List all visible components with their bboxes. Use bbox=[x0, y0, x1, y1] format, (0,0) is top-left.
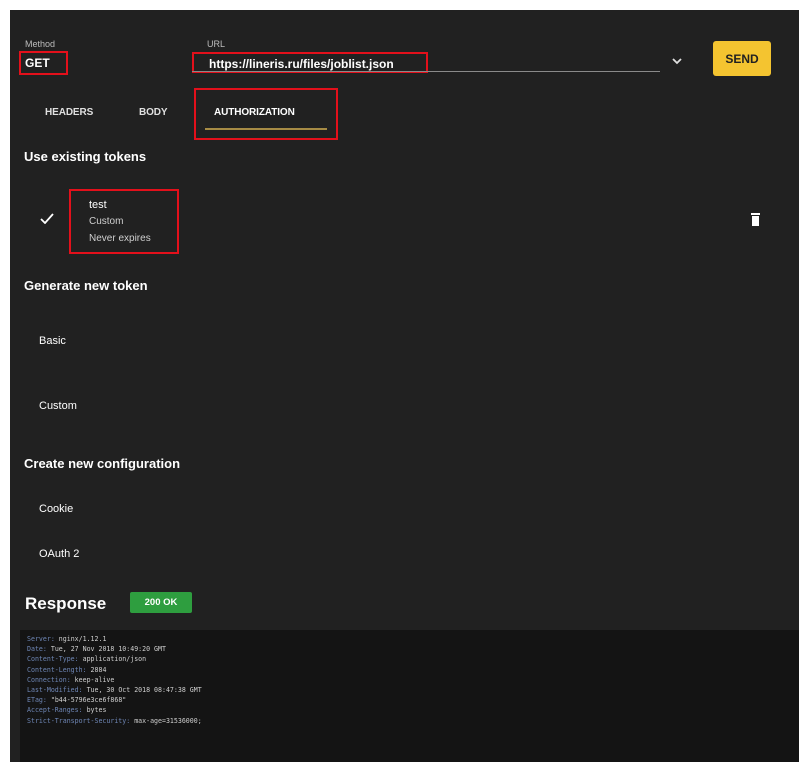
generate-custom-item[interactable]: Custom bbox=[39, 400, 77, 412]
header-line: Last-Modified: Tue, 30 Oct 2018 08:47:38… bbox=[27, 686, 202, 695]
response-headers-list: Server: nginx/1.12.1 Date: Tue, 27 Nov 2… bbox=[27, 634, 202, 726]
url-underline bbox=[192, 71, 660, 72]
chevron-down-icon[interactable] bbox=[672, 56, 682, 68]
header-line: Content-Length: 2884 bbox=[27, 665, 107, 674]
header-line: Connection: keep-alive bbox=[27, 675, 115, 684]
header-line: Strict-Transport-Security: max-age=31536… bbox=[27, 716, 202, 725]
url-label: URL bbox=[207, 39, 226, 49]
method-label: Method bbox=[25, 39, 56, 49]
method-highlight-box bbox=[19, 51, 68, 75]
header-line: Content-Type: application/json bbox=[27, 655, 147, 664]
generate-basic-item[interactable]: Basic bbox=[39, 335, 66, 347]
new-configuration-heading: Create new configuration bbox=[24, 456, 181, 471]
authorization-highlight-box bbox=[194, 88, 338, 140]
existing-tokens-heading: Use existing tokens bbox=[24, 149, 147, 164]
rest-client-app: Method GET URL https://lineris.ru/files/… bbox=[10, 10, 799, 762]
tab-body[interactable]: BODY bbox=[139, 107, 168, 118]
header-line: Date: Tue, 27 Nov 2018 10:49:20 GMT bbox=[27, 645, 166, 654]
send-button[interactable]: SEND bbox=[713, 41, 771, 76]
check-icon bbox=[40, 211, 54, 229]
response-headers-panel: Server: nginx/1.12.1 Date: Tue, 27 Nov 2… bbox=[20, 630, 799, 762]
token-highlight-box bbox=[69, 189, 179, 254]
header-line: Server: nginx/1.12.1 bbox=[27, 635, 107, 643]
status-badge: 200 OK bbox=[130, 592, 192, 613]
url-highlight-box bbox=[192, 52, 428, 73]
config-cookie-item[interactable]: Cookie bbox=[39, 503, 73, 515]
trash-icon[interactable] bbox=[751, 212, 760, 231]
generate-token-heading: Generate new token bbox=[24, 278, 148, 293]
response-heading: Response bbox=[25, 594, 107, 613]
header-line: ETag: "b44-5796e3ce6f868" bbox=[27, 696, 127, 705]
header-line: Accept-Ranges: bytes bbox=[27, 706, 107, 715]
tab-headers[interactable]: HEADERS bbox=[45, 107, 93, 118]
config-oauth2-item[interactable]: OAuth 2 bbox=[39, 548, 79, 560]
